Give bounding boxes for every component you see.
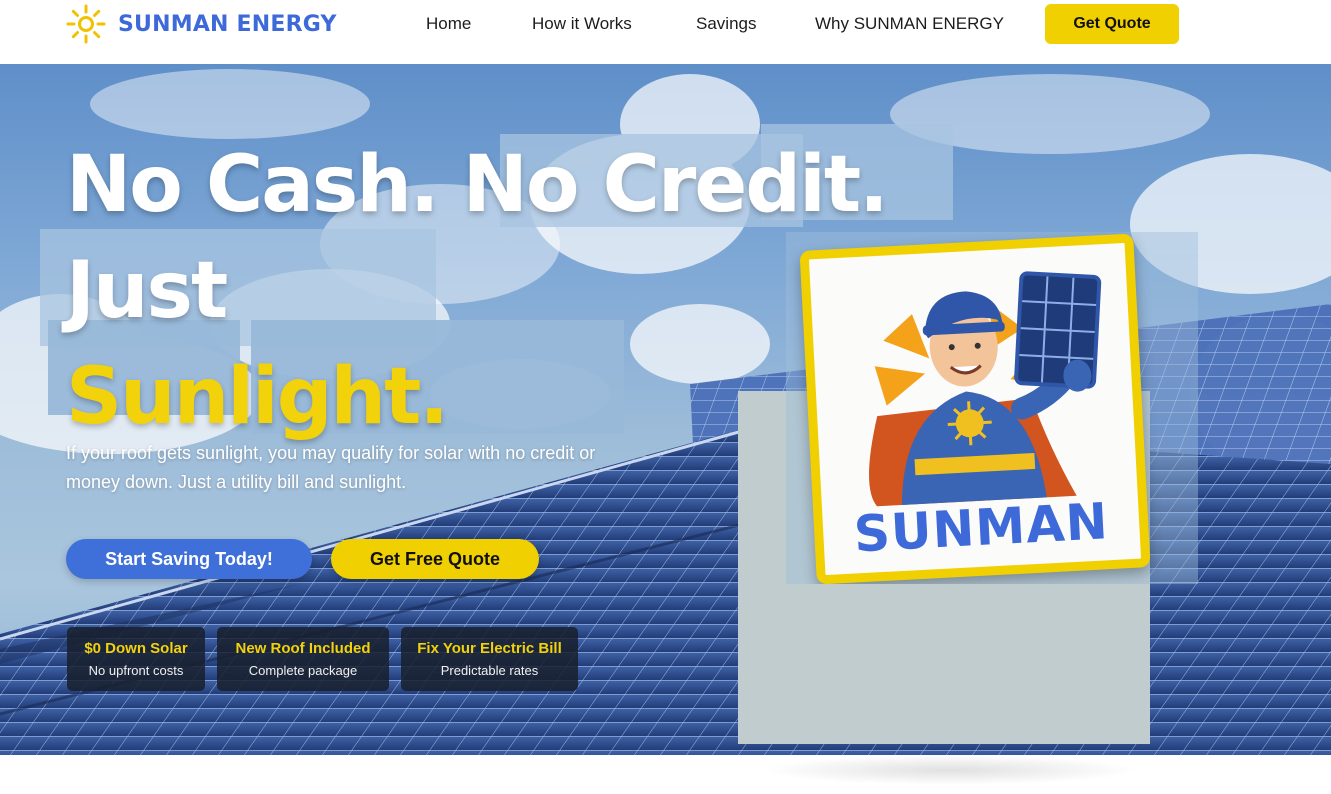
badge-title: $0 Down Solar [84,640,188,657]
nav-home[interactable]: Home [426,14,471,34]
image-shadow [760,755,1140,785]
get-free-quote-button[interactable]: Get Free Quote [331,539,539,579]
badge-subtitle: Complete package [248,663,358,678]
nav-savings[interactable]: Savings [696,14,756,34]
headline-yellow-text: Sunlight. [66,352,449,442]
mascot-image-frame: SUNMAN [786,232,1198,584]
sun-icon [66,4,106,44]
badge-subtitle: Predictable rates [440,663,539,678]
badge-subtitle: No upfront costs [88,663,184,678]
site-header: SUNMAN ENERGY Home How it Works Savings … [0,0,1331,64]
badge-title: New Roof Included [235,640,371,657]
brand-logo[interactable]: SUNMAN ENERGY [66,4,337,44]
feature-badge: New Roof Included Complete package [217,627,389,691]
mascot-card: SUNMAN [799,233,1151,584]
feature-badge: Fix Your Electric Bill Predictable rates [401,627,578,691]
nav-how-it-works[interactable]: How it Works [532,14,632,34]
hero-section: No Cash. No Credit. Just Sunlight. If yo… [0,64,1331,755]
get-quote-button[interactable]: Get Quote [1045,4,1179,44]
brand-name: SUNMAN ENERGY [118,11,337,37]
start-saving-button[interactable]: Start Saving Today! [66,539,312,579]
feature-badge: $0 Down Solar No upfront costs [67,627,205,691]
headline-white-text: No Cash. No Credit. Just [66,140,889,336]
badge-title: Fix Your Electric Bill [417,640,562,657]
nav-why-sunman[interactable]: Why SUNMAN ENERGY [815,14,1004,34]
hero-subtext: If your roof gets sunlight, you may qual… [66,443,596,492]
